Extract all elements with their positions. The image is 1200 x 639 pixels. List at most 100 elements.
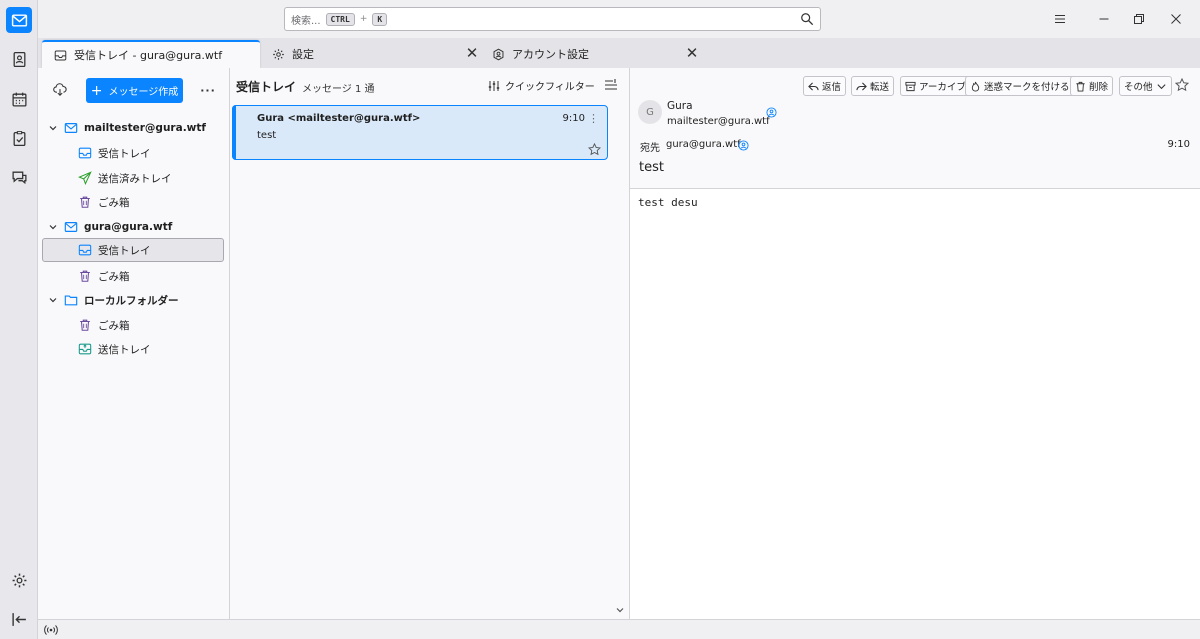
folder-label: mailtester@gura.wtf (84, 122, 206, 134)
trash-icon (1076, 81, 1085, 92)
close-tab-icon[interactable]: ✕ (684, 44, 700, 62)
folder-trash[interactable]: ごみ箱 (42, 190, 224, 214)
folder-label: 受信トレイ (98, 147, 151, 160)
folder-label: 受信トレイ (98, 244, 151, 257)
folder-label: 送信済みトレイ (98, 172, 172, 185)
add-contact-icon[interactable] (738, 140, 749, 151)
get-messages-icon[interactable] (50, 80, 70, 100)
folder-label: ごみ箱 (98, 319, 130, 332)
message-date: 9:10 (1167, 139, 1190, 150)
calendar-icon[interactable] (6, 86, 32, 112)
list-display-options-icon[interactable] (604, 78, 618, 92)
close-window-icon[interactable] (1162, 8, 1190, 30)
mail-space-icon[interactable] (6, 7, 32, 33)
archive-button[interactable]: アーカイブ (900, 76, 971, 96)
reply-button[interactable]: 返信 (803, 76, 847, 96)
reply-icon (808, 81, 819, 91)
forward-button[interactable]: 転送 (851, 76, 895, 96)
junk-label: 迷惑マークを付ける (984, 82, 1070, 93)
folder-inbox[interactable]: 受信トレイ (42, 141, 224, 165)
quick-filter-label: クイックフィルター (505, 82, 595, 93)
global-search-input[interactable]: 検索... CTRL + K (284, 7, 821, 31)
message-time: 9:10 (562, 113, 585, 124)
account-settings-icon (493, 48, 504, 60)
from-address[interactable]: mailtester@gura.wtf (667, 116, 770, 127)
minimize-icon[interactable] (1090, 8, 1118, 30)
add-contact-icon[interactable] (766, 107, 777, 118)
message-body: test desu (638, 196, 698, 209)
junk-button[interactable]: 迷惑マークを付ける (965, 76, 1075, 96)
mail-account-icon (64, 222, 78, 232)
message-header: 返信 転送 アーカイブ 迷惑マークを付ける 削除 その他 G Gura mail… (630, 68, 1200, 189)
app-menu-icon[interactable] (1046, 8, 1074, 30)
scroll-down-icon[interactable] (615, 605, 625, 615)
restore-icon[interactable] (1125, 8, 1153, 30)
to-label: 宛先 (640, 143, 660, 154)
tasks-icon[interactable] (6, 125, 32, 151)
junk-flame-icon (971, 81, 980, 91)
star-icon[interactable] (588, 143, 601, 156)
mail-account-icon (64, 123, 78, 133)
filter-sliders-icon (488, 80, 500, 91)
row-menu-icon[interactable]: ⋮ (588, 112, 599, 125)
from-name[interactable]: Gura (667, 100, 693, 112)
message-sender: Gura <mailtester@gura.wtf> (257, 113, 421, 124)
folder-account-gura[interactable]: gura@gura.wtf (42, 215, 224, 239)
chevron-down-icon[interactable] (48, 123, 58, 133)
tab-inbox[interactable]: 受信トレイ - gura@gura.wtf (42, 40, 260, 68)
delete-label: 削除 (1089, 82, 1109, 93)
folder-label: 送信トレイ (98, 343, 151, 356)
shortcut-key-k: K (372, 12, 388, 26)
trash-icon (80, 196, 90, 208)
settings-gear-icon[interactable] (6, 567, 32, 593)
trash-icon (80, 319, 90, 331)
other-label: その他 (1124, 82, 1153, 93)
chevron-down-icon[interactable] (48, 222, 58, 232)
chat-icon[interactable] (6, 164, 32, 190)
forward-icon (856, 81, 867, 91)
spaces-toolbar (0, 0, 38, 639)
chevron-down-icon (1156, 83, 1166, 89)
online-status-icon[interactable] (44, 623, 58, 637)
compose-button[interactable]: + メッセージ作成 (86, 78, 183, 103)
status-bar (38, 619, 1200, 639)
folder-label: gura@gura.wtf (84, 221, 173, 233)
message-row[interactable]: Gura <mailtester@gura.wtf> 9:10 ⋮ test (232, 105, 608, 160)
star-icon[interactable] (1175, 78, 1189, 92)
chevron-down-icon[interactable] (48, 295, 58, 305)
folder-icon (64, 295, 78, 306)
reply-label: 返信 (822, 82, 842, 93)
folder-inbox-selected[interactable]: 受信トレイ (42, 238, 224, 262)
tab-account-settings[interactable]: アカウント設定 ✕ (480, 40, 706, 68)
folder-trash[interactable]: ごみ箱 (42, 313, 224, 337)
folder-outbox[interactable]: 送信トレイ (42, 337, 224, 361)
message-subject: test (257, 130, 277, 141)
folder-sent[interactable]: 送信済みトレイ (42, 166, 224, 190)
avatar: G (638, 100, 662, 124)
tab-bar: 受信トレイ - gura@gura.wtf 設定 ✕ アカウント設定 ✕ (38, 38, 1200, 68)
other-actions-button[interactable]: その他 (1119, 76, 1172, 96)
collapse-toolbar-icon[interactable] (6, 606, 32, 632)
folder-trash[interactable]: ごみ箱 (42, 264, 224, 288)
tab-settings[interactable]: 設定 ✕ (260, 40, 486, 68)
folder-account-mailtester[interactable]: mailtester@gura.wtf (42, 116, 224, 140)
to-address[interactable]: gura@gura.wtf (666, 139, 741, 150)
outbox-icon (78, 343, 92, 355)
folder-pane-menu-button[interactable]: ··· (198, 80, 218, 100)
quick-filter-button[interactable]: クイックフィルター (488, 78, 595, 93)
folder-title: 受信トレイ (236, 80, 297, 94)
inbox-icon (54, 50, 67, 60)
folder-pane: + メッセージ作成 ··· mailtester@gura.wtf 受信トレイ … (38, 68, 230, 619)
address-book-icon[interactable] (6, 46, 32, 72)
inbox-icon (78, 147, 92, 159)
message-count: メッセージ 1 通 (302, 84, 375, 95)
message-subject-heading: test (639, 160, 664, 175)
shortcut-plus: + (359, 14, 368, 24)
close-tab-icon[interactable]: ✕ (464, 44, 480, 62)
folder-local-folders[interactable]: ローカルフォルダー (42, 288, 224, 312)
message-reader-pane: 返信 転送 アーカイブ 迷惑マークを付ける 削除 その他 G Gura mail… (630, 68, 1200, 619)
search-icon[interactable] (800, 12, 814, 26)
plus-icon: + (90, 82, 103, 99)
folder-label: ローカルフォルダー (84, 294, 179, 307)
delete-button[interactable]: 削除 (1070, 76, 1114, 96)
